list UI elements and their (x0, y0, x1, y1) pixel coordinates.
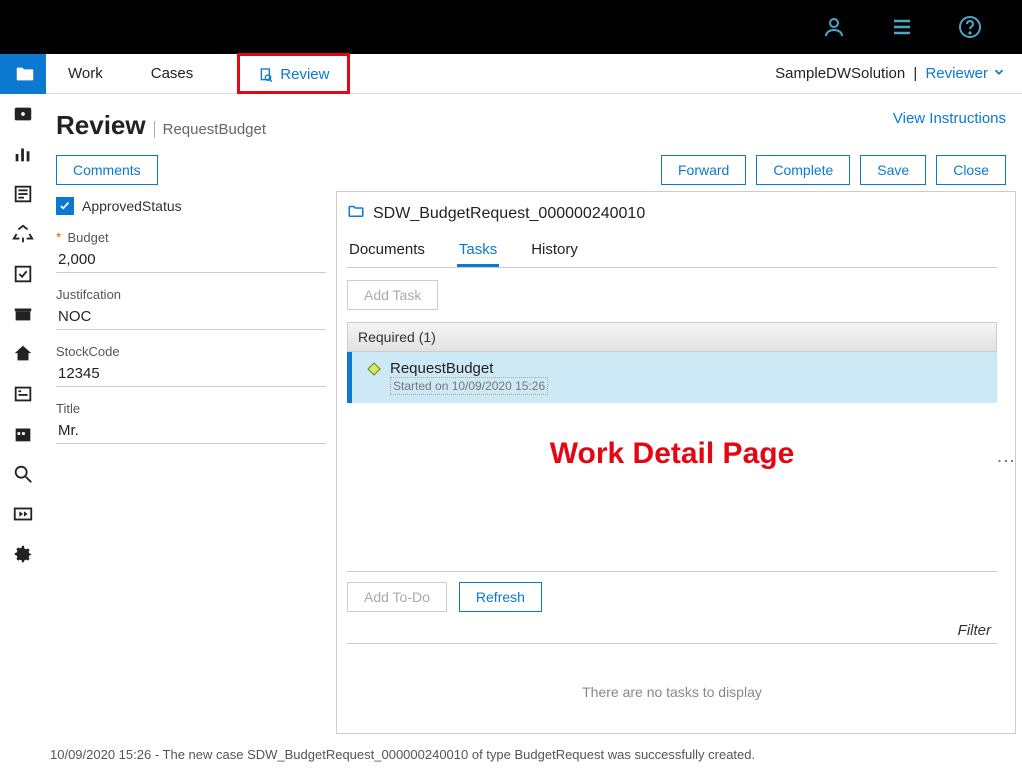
comments-button[interactable]: Comments (56, 155, 158, 185)
required-section-header: Required (1) (347, 322, 997, 352)
status-bar: 10/09/2020 15:26 - The new case SDW_Budg… (50, 747, 755, 762)
solution-name: SampleDWSolution (775, 65, 905, 82)
add-task-button: Add Task (347, 280, 438, 310)
work-top-tabs: Work Cases Review SampleDWSolution | Rev… (46, 54, 1022, 94)
rail-calendar-icon[interactable] (0, 414, 46, 454)
user-icon[interactable] (822, 15, 846, 39)
save-button[interactable]: Save (860, 155, 926, 185)
subtab-documents[interactable]: Documents (347, 235, 427, 267)
page-title: Review RequestBudget (56, 110, 266, 141)
work-detail-pane: SDW_BudgetRequest_000000240010 Documents… (336, 191, 1016, 734)
title-value[interactable]: Mr. (56, 416, 326, 444)
checkbox-checked-icon[interactable] (56, 197, 74, 215)
rail-search-icon[interactable] (0, 454, 46, 494)
rail-folder-icon[interactable] (0, 54, 46, 94)
view-instructions-link[interactable]: View Instructions (893, 110, 1006, 127)
approved-status-field[interactable]: ApprovedStatus (56, 197, 326, 215)
complete-button[interactable]: Complete (756, 155, 850, 185)
justification-label: Justifcation (56, 287, 121, 302)
task-card[interactable]: RequestBudget Started on 10/09/2020 15:2… (347, 352, 997, 403)
stockcode-label: StockCode (56, 344, 120, 359)
rail-home-icon[interactable] (0, 334, 46, 374)
no-tasks-message: There are no tasks to display (347, 644, 997, 704)
rail-chart-icon[interactable] (0, 134, 46, 174)
subtab-tasks[interactable]: Tasks (457, 235, 499, 267)
tab-review[interactable]: Review (254, 58, 333, 91)
left-icon-rail (0, 54, 46, 734)
rail-news-icon[interactable] (0, 174, 46, 214)
menu-icon[interactable] (890, 15, 914, 39)
rail-forward-icon[interactable] (0, 494, 46, 534)
rail-gear-icon[interactable] (0, 534, 46, 574)
form-panel: ApprovedStatus *Budget 2,000 Justifcatio… (46, 191, 336, 734)
budget-label: Budget (67, 230, 108, 245)
tab-work[interactable]: Work (64, 57, 107, 90)
page-context: RequestBudget (154, 121, 266, 138)
folder-icon (347, 202, 365, 225)
task-status-icon (366, 361, 382, 377)
rail-check-icon[interactable] (0, 254, 46, 294)
review-tab-highlight: Review (237, 53, 350, 94)
folder-name: SDW_BudgetRequest_000000240010 (373, 205, 645, 223)
task-started: Started on 10/09/2020 15:26 (390, 377, 548, 395)
stockcode-value[interactable]: 12345 (56, 359, 326, 387)
filter-label[interactable]: Filter (347, 618, 997, 644)
tab-review-label: Review (280, 66, 329, 83)
solution-role-switcher[interactable]: SampleDWSolution | Reviewer (775, 65, 1006, 83)
forward-button[interactable]: Forward (661, 155, 746, 185)
task-name: RequestBudget (390, 360, 493, 377)
refresh-button[interactable]: Refresh (459, 582, 542, 612)
rail-archive-icon[interactable] (0, 294, 46, 334)
approved-status-label: ApprovedStatus (82, 198, 182, 214)
rail-form-icon[interactable] (0, 374, 46, 414)
annotation-text: Work Detail Page (347, 437, 997, 471)
budget-value[interactable]: 2,000 (56, 245, 326, 273)
justification-value[interactable]: NOC (56, 302, 326, 330)
title-label: Title (56, 401, 80, 416)
subtab-history[interactable]: History (529, 235, 580, 267)
role-name: Reviewer (925, 65, 988, 82)
review-icon (258, 67, 274, 83)
tab-cases[interactable]: Cases (147, 57, 198, 90)
close-button[interactable]: Close (936, 155, 1006, 185)
resize-handle-icon[interactable]: ⋮ (995, 452, 1016, 468)
app-topbar (0, 0, 1022, 54)
rail-recycle-icon[interactable] (0, 214, 46, 254)
chevron-down-icon (992, 65, 1006, 83)
add-todo-button: Add To-Do (347, 582, 447, 612)
help-icon[interactable] (958, 15, 982, 39)
rail-settings-icon[interactable] (0, 94, 46, 134)
